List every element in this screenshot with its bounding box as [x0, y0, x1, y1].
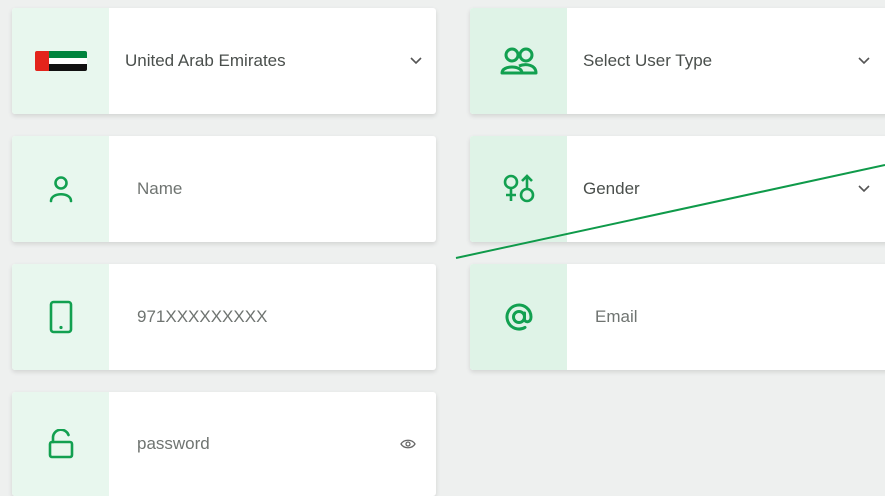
user-icon — [49, 176, 72, 203]
name-field[interactable]: Name — [12, 136, 436, 242]
email-icon-box — [470, 264, 567, 370]
gender-placeholder: Gender — [583, 179, 640, 198]
password-field[interactable]: password — [12, 392, 436, 496]
user-type-placeholder: Select User Type — [583, 51, 713, 70]
country-flag-box — [12, 8, 109, 114]
password-icon-box — [12, 392, 109, 496]
gender-icon-box — [470, 136, 567, 242]
eye-icon[interactable] — [380, 392, 436, 496]
phone-placeholder: 971XXXXXXXXX — [137, 307, 268, 326]
email-field[interactable]: Email — [470, 264, 885, 370]
name-placeholder: Name — [137, 179, 183, 198]
users-icon — [500, 47, 537, 75]
phone-icon-box — [12, 264, 109, 370]
phone-field[interactable]: 971XXXXXXXXX — [12, 264, 436, 370]
password-placeholder: password — [137, 434, 210, 453]
unlock-icon — [48, 429, 73, 459]
name-icon-box — [12, 136, 109, 242]
chevron-down-icon[interactable] — [396, 8, 436, 114]
uae-flag-icon — [34, 51, 87, 71]
email-placeholder: Email — [595, 307, 638, 326]
country-select[interactable]: United Arab Emirates — [12, 8, 436, 114]
gender-icon — [503, 174, 534, 203]
user-type-icon-box — [470, 8, 567, 114]
chevron-down-icon[interactable] — [838, 8, 885, 114]
at-sign-icon — [505, 303, 533, 331]
country-value: United Arab Emirates — [125, 51, 286, 70]
chevron-down-icon[interactable] — [838, 136, 885, 242]
mobile-phone-icon — [49, 300, 72, 334]
user-type-select[interactable]: Select User Type — [470, 8, 885, 114]
gender-select[interactable]: Gender — [470, 136, 885, 242]
